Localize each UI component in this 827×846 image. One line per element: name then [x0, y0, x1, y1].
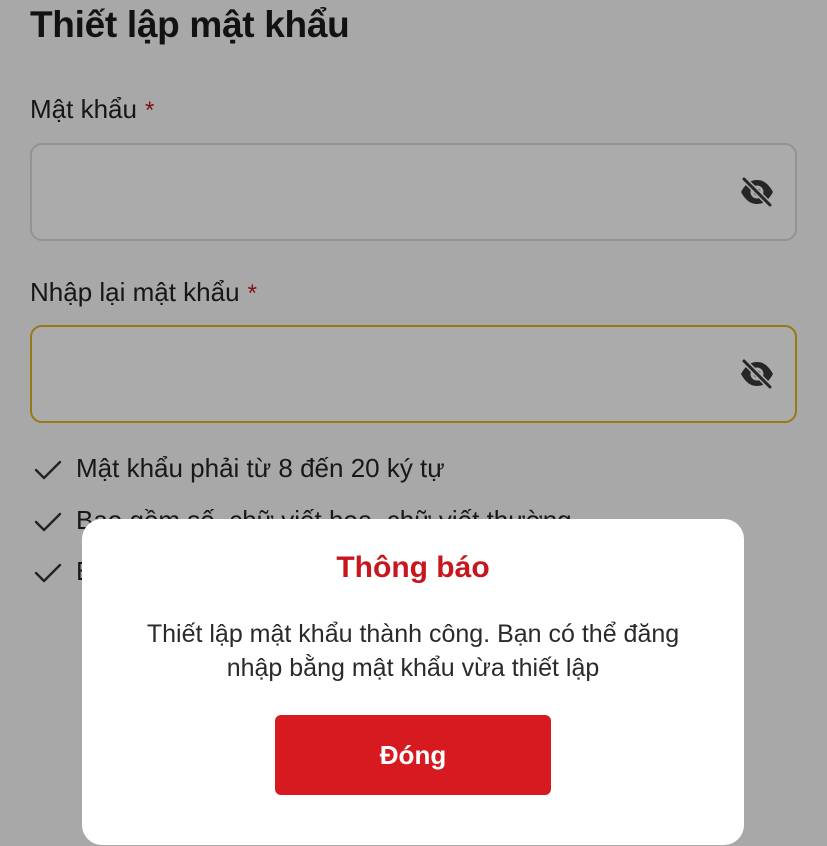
close-button[interactable]: Đóng — [275, 715, 551, 795]
dialog-message: Thiết lập mật khẩu thành công. Bạn có th… — [146, 620, 680, 682]
notification-dialog: Thông báo Thiết lập mật khẩu thành công.… — [82, 519, 744, 845]
dialog-title: Thông báo — [336, 551, 490, 584]
